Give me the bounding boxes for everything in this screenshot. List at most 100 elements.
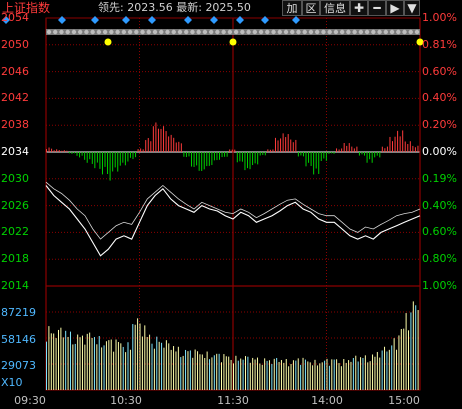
marker-dot xyxy=(184,29,189,35)
intraday-chart xyxy=(2,16,424,391)
news-diamond-icon xyxy=(122,16,130,24)
marker-dot xyxy=(121,29,127,35)
marker-dot xyxy=(290,29,295,35)
marker-dot xyxy=(221,29,226,35)
marker-dot xyxy=(321,29,326,35)
marker-dot xyxy=(65,29,70,35)
marker-dot xyxy=(371,29,376,35)
price-tick-label: 2054 xyxy=(1,11,29,24)
percent-tick-label: 1.00% xyxy=(422,279,457,292)
time-tick-label: 09:30 xyxy=(14,394,46,407)
volume-tick-label: 29073 xyxy=(1,359,36,372)
price-tick-label: 2030 xyxy=(1,171,29,185)
percent-tick-label: 0.40% xyxy=(422,91,457,105)
percent-tick-label: 0.60% xyxy=(422,64,457,78)
marker-dot xyxy=(339,29,345,35)
chart-grid xyxy=(45,17,421,391)
time-tick-label: 15:00 xyxy=(388,394,420,407)
percent-tick-label: 0.80% xyxy=(422,252,457,266)
marker-dot xyxy=(396,29,401,35)
marker-dot xyxy=(233,29,239,35)
marker-dot xyxy=(308,29,314,35)
marker-dot xyxy=(402,29,407,35)
marker-dot xyxy=(389,29,395,35)
news-diamond-icon xyxy=(184,16,192,24)
marker-dot xyxy=(84,29,89,35)
marker-dot xyxy=(146,29,151,35)
marker-dot xyxy=(296,29,301,35)
marker-dot xyxy=(252,29,258,35)
arrow-right-icon[interactable]: ▶ xyxy=(386,0,404,16)
percent-tick-label: 0.00% xyxy=(422,145,457,158)
price-tick-label: 2014 xyxy=(1,279,29,292)
event-dot-icon xyxy=(229,38,237,46)
percent-tick-label: 0.81% xyxy=(422,37,457,51)
news-diamond-icon xyxy=(58,16,66,24)
news-diamond-icon xyxy=(261,16,269,24)
news-diamond-icon xyxy=(292,16,300,24)
marker-dot xyxy=(90,29,95,35)
lead-label: 领先: xyxy=(98,1,124,14)
price-tick-label: 2034 xyxy=(1,145,29,158)
marker-dot xyxy=(333,29,339,35)
percent-tick-label: 0.60% xyxy=(422,225,457,239)
latest-value: 2025.50 xyxy=(205,1,251,14)
price-tick-label: 2026 xyxy=(1,198,29,212)
add-button[interactable]: 加 xyxy=(282,0,302,16)
price-tick-label: 2018 xyxy=(1,252,29,266)
marker-dot xyxy=(346,29,351,35)
marker-strip xyxy=(46,29,420,35)
marker-dot xyxy=(134,29,139,35)
price-tick-label: 2042 xyxy=(1,91,29,105)
percent-tick-label: 0.20% xyxy=(422,118,457,132)
marker-dot xyxy=(364,29,370,35)
percent-tick-label: 0.19% xyxy=(422,171,457,185)
price-tick-label: 2022 xyxy=(1,225,29,239)
marker-dot xyxy=(177,29,183,35)
minus-icon[interactable]: ━ xyxy=(368,0,386,16)
marker-dot xyxy=(190,29,195,35)
marker-dot xyxy=(277,29,282,35)
marker-dot xyxy=(102,29,108,35)
volume-tick-label: 87219 xyxy=(1,306,36,319)
news-diamond-icon xyxy=(236,16,244,24)
marker-dot xyxy=(127,29,133,35)
marker-dot xyxy=(327,29,332,35)
marker-dot xyxy=(171,29,176,35)
news-diamond-icon xyxy=(210,16,218,24)
marker-dot xyxy=(109,29,114,35)
info-button[interactable]: 信息 xyxy=(320,0,350,16)
marker-dot xyxy=(71,29,77,35)
dropdown-icon[interactable]: ▼ xyxy=(404,0,420,16)
event-markers xyxy=(2,16,424,46)
percent-tick-label: 1.00% xyxy=(422,11,457,24)
marker-dot xyxy=(96,29,102,35)
plus-icon[interactable]: ✚ xyxy=(350,0,368,16)
marker-dot xyxy=(240,29,245,35)
chart-header: 上证指数 领先: 2023.56 最新: 2025.50 加 区 信息 ✚ ━ … xyxy=(0,0,462,16)
marker-dot xyxy=(77,29,83,35)
marker-dot xyxy=(59,29,64,35)
marker-dot xyxy=(265,29,270,35)
marker-dot xyxy=(414,29,420,35)
marker-dot xyxy=(196,29,201,35)
marker-dot xyxy=(202,29,208,35)
marker-dot xyxy=(358,29,364,35)
zone-button[interactable]: 区 xyxy=(302,0,320,16)
marker-dot xyxy=(258,29,264,35)
volume-bars xyxy=(46,301,419,390)
marker-dot xyxy=(283,29,289,35)
price-tick-label: 2046 xyxy=(1,64,29,78)
marker-dot xyxy=(208,29,214,35)
latest-label: 最新: xyxy=(176,1,202,14)
price-tick-label: 2038 xyxy=(1,118,29,132)
marker-dot xyxy=(152,29,158,35)
time-tick-label: 10:30 xyxy=(110,394,142,407)
percent-tick-label: 0.40% xyxy=(422,198,457,212)
marker-dot xyxy=(165,29,170,35)
lead-value: 2023.56 xyxy=(127,1,173,14)
price-tick-label: 2050 xyxy=(1,37,29,51)
quote-readout: 领先: 2023.56 最新: 2025.50 xyxy=(98,0,251,16)
event-dot-icon xyxy=(104,38,112,46)
marker-dot xyxy=(215,29,220,35)
